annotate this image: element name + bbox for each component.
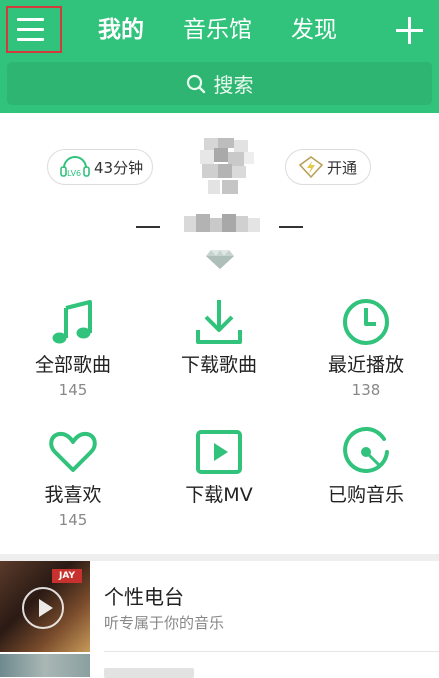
- download-icon: [196, 300, 242, 344]
- listen-level-badge: LV6: [67, 169, 81, 178]
- tab-music-hall[interactable]: 音乐馆: [183, 14, 252, 46]
- listen-time-text: 43分钟: [94, 158, 144, 177]
- favorites-label: 我喜欢: [44, 484, 102, 506]
- music-note-icon: [52, 300, 92, 344]
- recent-play-count: 138: [351, 381, 381, 399]
- top-header: 我的 音乐馆 发现 搜索: [0, 0, 439, 113]
- radio-subtitle: 听专属于你的音乐: [104, 614, 225, 632]
- vip-open-label: 开通: [327, 158, 358, 177]
- purchased-music-button[interactable]: 已购音乐: [293, 426, 439, 511]
- search-icon: [186, 74, 205, 93]
- favorites-count: 145: [58, 511, 88, 529]
- thumb-tag: JAY: [52, 569, 82, 583]
- name-right-dash: [279, 226, 303, 228]
- avatar[interactable]: [196, 136, 256, 198]
- all-songs-button[interactable]: 全部歌曲 145: [0, 296, 146, 399]
- purchased-music-label: 已购音乐: [327, 484, 404, 506]
- radio-title: 个性电台: [104, 585, 184, 609]
- tab-discover[interactable]: 发现: [291, 14, 337, 46]
- username-blurred: [184, 212, 262, 236]
- favorites-button[interactable]: 我喜欢 145: [0, 426, 146, 529]
- headphone-level-icon: LV6: [60, 156, 90, 178]
- all-songs-count: 145: [58, 381, 88, 399]
- personal-radio-row[interactable]: JAY 个性电台 听专属于你的音乐: [0, 561, 439, 652]
- recent-play-label: 最近播放: [327, 354, 404, 376]
- download-mv-button[interactable]: 下载MV: [146, 426, 292, 511]
- menu-button[interactable]: [6, 6, 62, 53]
- search-bar[interactable]: 搜索: [7, 62, 432, 105]
- all-songs-label: 全部歌曲: [34, 354, 111, 376]
- play-video-icon: [196, 430, 242, 474]
- radio-thumbnail: JAY: [0, 561, 90, 652]
- vip-open-button[interactable]: 开通: [285, 149, 371, 185]
- vip-diamond-icon: [298, 156, 324, 179]
- tab-mine[interactable]: 我的: [98, 14, 144, 46]
- vinyl-disc-icon: [343, 427, 389, 473]
- diamond-level-icon: [205, 247, 235, 271]
- download-songs-label: 下载歌曲: [180, 354, 257, 376]
- recent-play-button[interactable]: 最近播放 138: [293, 296, 439, 399]
- row-divider: [104, 651, 439, 652]
- download-songs-button[interactable]: 下载歌曲: [146, 296, 292, 381]
- list-item[interactable]: [0, 654, 439, 678]
- list-item-thumbnail: [0, 654, 90, 677]
- add-button[interactable]: [392, 13, 426, 47]
- play-circle-icon: [22, 587, 64, 629]
- section-divider: [0, 554, 439, 561]
- download-mv-label: 下载MV: [185, 484, 253, 506]
- listen-time-badge[interactable]: LV6 43分钟: [47, 149, 153, 185]
- heart-icon: [49, 431, 97, 472]
- name-left-dash: [136, 226, 160, 228]
- search-placeholder: 搜索: [213, 73, 254, 97]
- clock-icon: [343, 299, 389, 345]
